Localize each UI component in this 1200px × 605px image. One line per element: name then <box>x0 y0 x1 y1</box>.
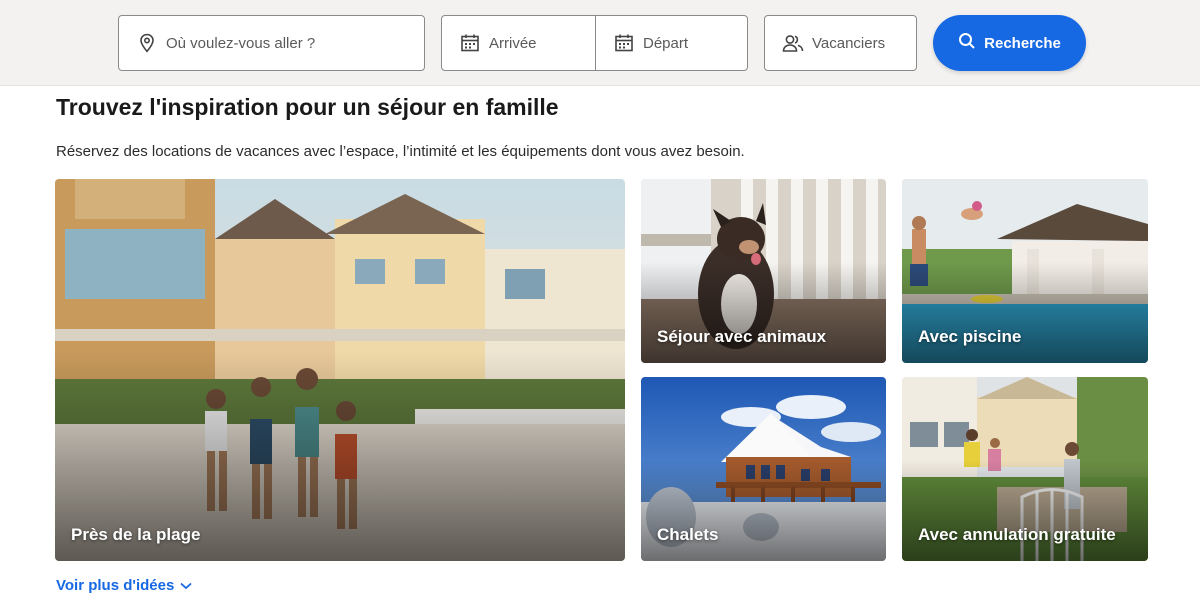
calendar-icon <box>613 32 635 54</box>
card-free-cancellation[interactable]: Avec annulation gratuite <box>902 377 1148 561</box>
chevron-down-icon <box>180 577 192 594</box>
travelers-placeholder: Vacanciers <box>812 34 886 52</box>
card-label: Chalets <box>657 525 719 544</box>
arrival-date-input[interactable]: Arrivée <box>441 15 596 71</box>
search-button[interactable]: Recherche <box>933 15 1086 71</box>
card-chalets[interactable]: Chalets <box>641 377 886 561</box>
destination-placeholder: Où voulez-vous aller ? <box>166 34 316 52</box>
search-button-label: Recherche <box>984 34 1061 52</box>
card-label: Avec annulation gratuite <box>918 525 1116 544</box>
card-label: Près de la plage <box>71 525 201 544</box>
card-pool[interactable]: Avec piscine <box>902 179 1148 363</box>
calendar-icon <box>459 32 481 54</box>
card-shade <box>641 261 886 363</box>
see-more-ideas-link[interactable]: Voir plus d'idées <box>56 577 192 594</box>
arrival-placeholder: Arrivée <box>489 34 537 52</box>
card-shade <box>902 261 1148 363</box>
card-label: Avec piscine <box>918 327 1022 346</box>
search-bar: Où voulez-vous aller ? Arrivée Départ Va… <box>0 0 1200 86</box>
travelers-input[interactable]: Vacanciers <box>764 15 917 71</box>
departure-date-input[interactable]: Départ <box>595 15 748 71</box>
card-shade <box>641 459 886 561</box>
see-more-label: Voir plus d'idées <box>56 577 175 594</box>
departure-placeholder: Départ <box>643 34 689 52</box>
search-icon <box>958 32 976 54</box>
destination-input[interactable]: Où voulez-vous aller ? <box>118 15 425 71</box>
location-pin-icon <box>136 32 158 54</box>
card-shade <box>902 459 1148 561</box>
section-subtitle: Réservez des locations de vacances avec … <box>56 143 745 160</box>
section-title: Trouvez l'inspiration pour un séjour en … <box>56 94 559 120</box>
card-beach[interactable]: Près de la plage <box>55 179 625 561</box>
people-icon <box>782 32 804 54</box>
card-label: Séjour avec animaux <box>657 327 827 346</box>
card-pets[interactable]: Séjour avec animaux <box>641 179 886 363</box>
